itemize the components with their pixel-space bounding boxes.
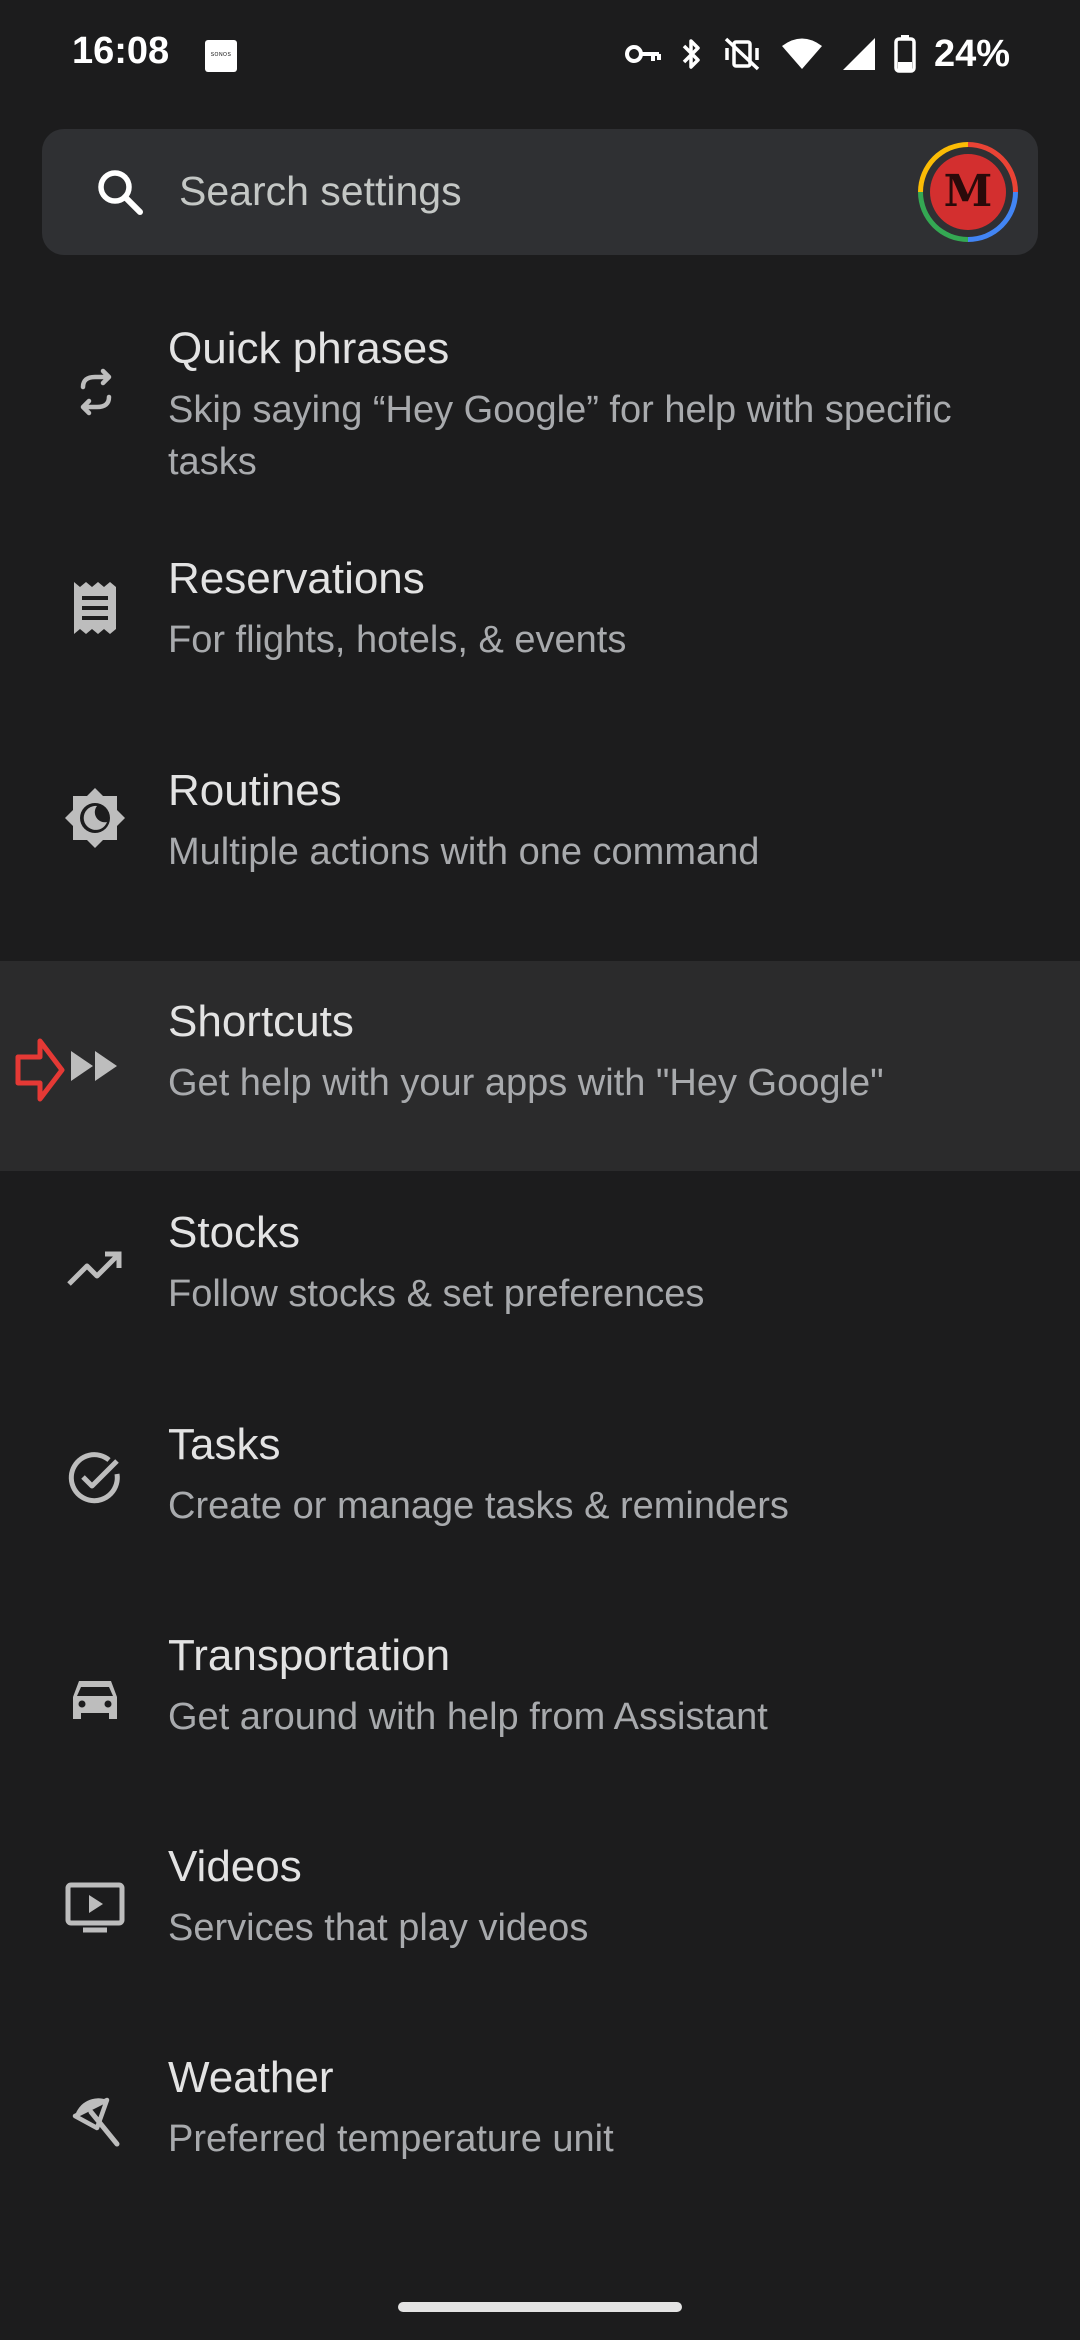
setting-subtitle: Follow stocks & set preferences bbox=[168, 1273, 705, 1315]
setting-subtitle: Create or manage tasks & reminders bbox=[168, 1485, 789, 1527]
setting-title: Weather bbox=[168, 2053, 334, 2102]
status-icons: 24% bbox=[624, 26, 1010, 82]
signal-icon bbox=[842, 38, 875, 70]
gesture-nav-handle[interactable] bbox=[398, 2302, 682, 2312]
setting-videos[interactable]: Videos Services that play videos bbox=[0, 1806, 1080, 2016]
quick-phrases-icon bbox=[60, 358, 130, 428]
search-settings-bar[interactable]: Search settings M bbox=[42, 129, 1038, 255]
setting-subtitle: Preferred temperature unit bbox=[168, 2118, 614, 2160]
setting-subtitle: Get help with your apps with "Hey Google… bbox=[168, 1062, 884, 1104]
search-input[interactable]: Search settings bbox=[179, 168, 462, 215]
setting-subtitle: For flights, hotels, & events bbox=[168, 619, 627, 661]
setting-tasks[interactable]: Tasks Create or manage tasks & reminders bbox=[0, 1384, 1080, 1594]
setting-routines[interactable]: Routines Multiple actions with one comma… bbox=[0, 730, 1080, 940]
setting-title: Videos bbox=[168, 1842, 302, 1891]
sonos-notification-icon: SONOS bbox=[205, 40, 237, 72]
setting-title: Stocks bbox=[168, 1208, 301, 1257]
status-bar: 16:08 SONOS 24% bbox=[0, 0, 1080, 108]
setting-title: Transportation bbox=[168, 1631, 451, 1680]
setting-subtitle: Skip saying “Hey Google” for help with s… bbox=[168, 389, 952, 483]
search-icon bbox=[98, 170, 143, 215]
setting-shortcuts[interactable]: Shortcuts Get help with your apps with "… bbox=[0, 961, 1080, 1171]
setting-title: Shortcuts bbox=[168, 997, 354, 1046]
setting-title: Routines bbox=[168, 766, 342, 815]
account-avatar[interactable]: M bbox=[918, 142, 1018, 242]
setting-subtitle: Get around with help from Assistant bbox=[168, 1696, 768, 1738]
receipt-icon bbox=[60, 573, 130, 643]
avatar-letter: M bbox=[943, 166, 993, 217]
setting-transportation[interactable]: Transportation Get around with help from… bbox=[0, 1595, 1080, 1805]
setting-subtitle: Services that play videos bbox=[168, 1907, 589, 1949]
sonos-label: SONOS bbox=[210, 52, 232, 58]
vpn-key-icon bbox=[624, 45, 661, 63]
battery-icon bbox=[894, 35, 916, 73]
battery-percentage: 24% bbox=[933, 32, 1010, 75]
status-time: 16:08 bbox=[72, 30, 170, 72]
setting-subtitle: Multiple actions with one command bbox=[168, 831, 760, 873]
setting-stocks[interactable]: Stocks Follow stocks & set preferences bbox=[0, 1172, 1080, 1382]
routines-icon bbox=[60, 783, 130, 853]
wifi-icon bbox=[781, 38, 822, 69]
car-icon bbox=[60, 1665, 130, 1735]
beach-umbrella-icon bbox=[60, 2087, 130, 2157]
bluetooth-icon bbox=[682, 39, 700, 69]
setting-quick-phrases[interactable]: Quick phrases Skip saying “Hey Google” f… bbox=[0, 288, 1080, 498]
setting-title: Quick phrases bbox=[168, 324, 450, 373]
tv-play-icon bbox=[60, 1873, 130, 1943]
trending-up-icon bbox=[60, 1235, 130, 1305]
check-circle-icon bbox=[60, 1443, 130, 1513]
red-pointer-arrow-icon bbox=[15, 1038, 65, 1102]
fast-forward-icon bbox=[60, 1031, 130, 1101]
setting-weather[interactable]: Weather Preferred temperature unit bbox=[0, 2017, 1080, 2227]
setting-title: Tasks bbox=[168, 1420, 281, 1469]
setting-reservations[interactable]: Reservations For flights, hotels, & even… bbox=[0, 518, 1080, 728]
setting-title: Reservations bbox=[168, 554, 425, 603]
vibrate-off-icon bbox=[724, 37, 760, 71]
